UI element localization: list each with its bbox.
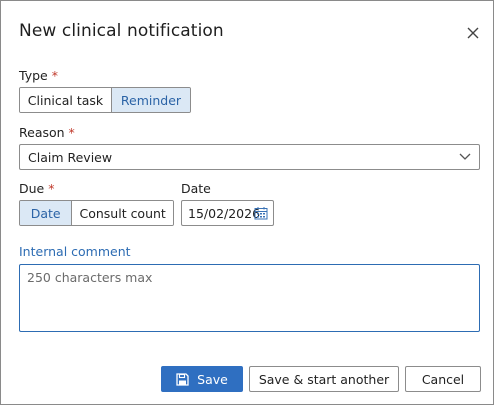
type-label-text: Type [19, 68, 48, 83]
internal-comment-placeholder: 250 characters max [27, 270, 153, 285]
type-label: Type * [19, 68, 58, 83]
date-input[interactable]: 15/02/2026 [181, 200, 274, 226]
type-segmented-control: Clinical task Reminder [19, 87, 191, 113]
type-option-reminder[interactable]: Reminder [110, 88, 190, 112]
reason-select-value: Claim Review [28, 150, 113, 165]
calendar-icon[interactable] [254, 206, 268, 220]
due-label-text: Due [19, 181, 45, 196]
reason-label-text: Reason [19, 125, 65, 140]
reason-select[interactable]: Claim Review [19, 144, 480, 170]
cancel-button[interactable]: Cancel [405, 366, 481, 392]
reason-label: Reason * [19, 125, 75, 140]
type-option-clinical-task[interactable]: Clinical task [20, 88, 111, 112]
required-mark: * [51, 68, 58, 83]
due-option-consult-count[interactable]: Consult count [71, 201, 173, 225]
floppy-disk-icon [176, 372, 189, 386]
internal-comment-textarea[interactable]: 250 characters max [19, 264, 480, 332]
save-button[interactable]: Save [161, 366, 243, 392]
due-segmented-control: Date Consult count [19, 200, 174, 226]
required-mark: * [68, 125, 75, 140]
close-icon[interactable] [466, 26, 480, 40]
clinical-notification-dialog: New clinical notification Type * Clinica… [0, 0, 494, 405]
dialog-title: New clinical notification [19, 21, 224, 41]
due-label: Due * [19, 181, 54, 196]
internal-comment-label: Internal comment [19, 244, 131, 259]
date-label: Date [181, 181, 211, 196]
chevron-down-icon [459, 153, 471, 160]
save-button-label: Save [197, 371, 228, 387]
date-input-value: 15/02/2026 [188, 206, 261, 221]
required-mark: * [48, 181, 55, 196]
due-option-date[interactable]: Date [20, 201, 72, 225]
save-and-start-another-button[interactable]: Save & start another [249, 366, 399, 392]
